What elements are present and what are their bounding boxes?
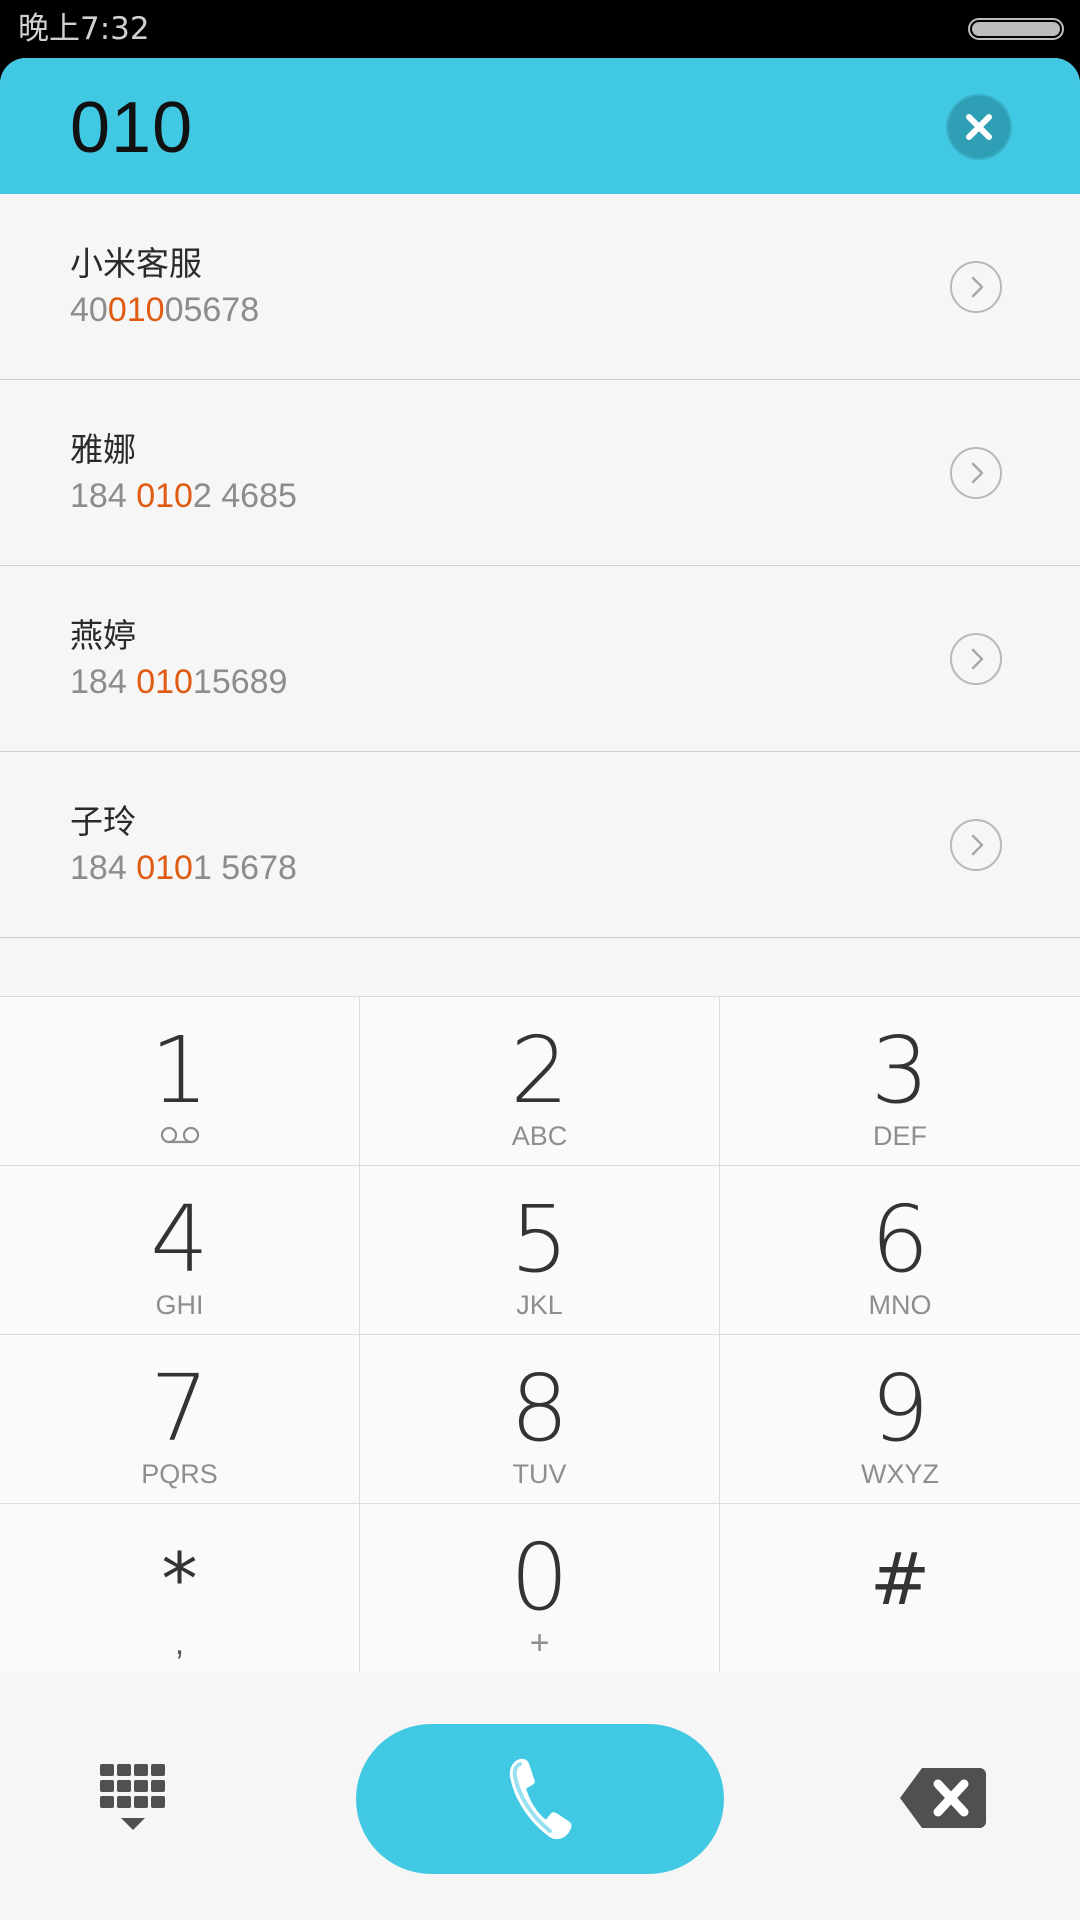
key-letters: GHI [155,1290,204,1320]
key-star[interactable]: * , [0,1504,360,1673]
key-letters: DEF [873,1121,927,1151]
matched-digits: 010 [136,663,193,701]
result-row[interactable]: 燕婷 184 01015689 [0,566,1080,752]
phone-icon [509,1758,572,1840]
contact-detail-button[interactable] [950,819,1002,871]
clear-button[interactable] [948,96,1010,158]
status-bar: 晚上7:32 [0,0,1080,58]
key-2[interactable]: 2 ABC [360,997,720,1166]
key-digit: 0 [510,1524,569,1631]
key-5[interactable]: 5 JKL [360,1166,720,1335]
status-time: 晚上7:32 [18,11,150,47]
key-digit: 5 [510,1186,569,1293]
contact-name: 子玲 [70,802,136,841]
keypad: 1 2 ABC 3 DEF 4 GHI 5 JKL 6 MNO 7 PQRS 8… [0,996,1080,1673]
key-digit: 6 [870,1186,930,1293]
contact-detail-button[interactable] [950,447,1002,499]
contact-number: 4001005678 [70,291,260,329]
result-row[interactable]: 雅娜 184 0102 4685 [0,380,1080,566]
close-icon [966,114,992,140]
contact-detail-button[interactable] [950,633,1002,685]
key-digit: 8 [510,1355,569,1462]
key-hash[interactable]: # [720,1504,1080,1673]
dialer-screen: 晚上7:32 010 小米客服 4001005678 雅娜 184 0102 4… [0,0,1080,1920]
key-digit: 3 [870,1017,930,1124]
search-results: 小米客服 4001005678 雅娜 184 0102 4685 燕婷 184 … [0,194,1080,938]
key-0[interactable]: 0 + [360,1504,720,1673]
key-6[interactable]: 6 MNO [720,1166,1080,1335]
backspace-button[interactable] [898,1764,988,1832]
matched-digits: 010 [136,477,193,515]
key-9[interactable]: 9 WXYZ [720,1335,1080,1504]
voicemail-icon [160,1126,199,1144]
key-digit: 4 [150,1186,209,1293]
call-button[interactable] [356,1724,724,1874]
key-letters: MNO [868,1290,932,1320]
contact-number: 184 0102 4685 [70,477,297,515]
contact-detail-button[interactable] [950,261,1002,313]
key-digit: 2 [510,1017,569,1124]
key-digit: * [161,1537,198,1621]
backspace-icon [900,1768,986,1828]
matched-digits: 010 [136,849,193,887]
chevron-right-icon [971,462,984,484]
key-letters: TUV [512,1459,567,1489]
battery-level [972,22,1060,36]
dial-header: 010 [0,58,1080,194]
key-1[interactable]: 1 [0,997,360,1166]
chevron-right-icon [971,834,984,856]
dialpad-icon [100,1764,165,1830]
key-digit: 7 [150,1355,209,1462]
key-8[interactable]: 8 TUV [360,1335,720,1504]
key-letters: + [529,1624,550,1662]
key-letters: , [174,1624,185,1662]
key-letters: ABC [511,1121,568,1151]
result-row[interactable]: 小米客服 4001005678 [0,194,1080,380]
key-letters: JKL [516,1290,563,1320]
key-3[interactable]: 3 DEF [720,997,1080,1166]
dialer-app: 010 小米客服 4001005678 雅娜 184 0102 4685 燕婷 … [0,58,1080,1920]
battery-icon [968,18,1064,40]
chevron-right-icon [971,276,984,298]
key-digit: # [869,1537,931,1621]
key-digit: 1 [150,1017,209,1124]
result-row[interactable]: 子玲 184 0101 5678 [0,752,1080,938]
dialed-number[interactable]: 010 [70,86,193,170]
contact-name: 小米客服 [70,244,202,283]
dialer-actions [0,1672,1080,1920]
contact-number: 184 0101 5678 [70,849,297,887]
hide-dialpad-button[interactable] [98,1762,168,1852]
key-digit: 9 [870,1355,930,1462]
contact-name: 燕婷 [70,616,136,655]
key-letters: PQRS [141,1459,218,1489]
key-4[interactable]: 4 GHI [0,1166,360,1335]
key-7[interactable]: 7 PQRS [0,1335,360,1504]
contact-name: 雅娜 [70,430,136,469]
chevron-right-icon [971,648,984,670]
contact-number: 184 01015689 [70,663,288,701]
key-letters: WXYZ [861,1459,939,1489]
matched-digits: 010 [107,291,165,329]
